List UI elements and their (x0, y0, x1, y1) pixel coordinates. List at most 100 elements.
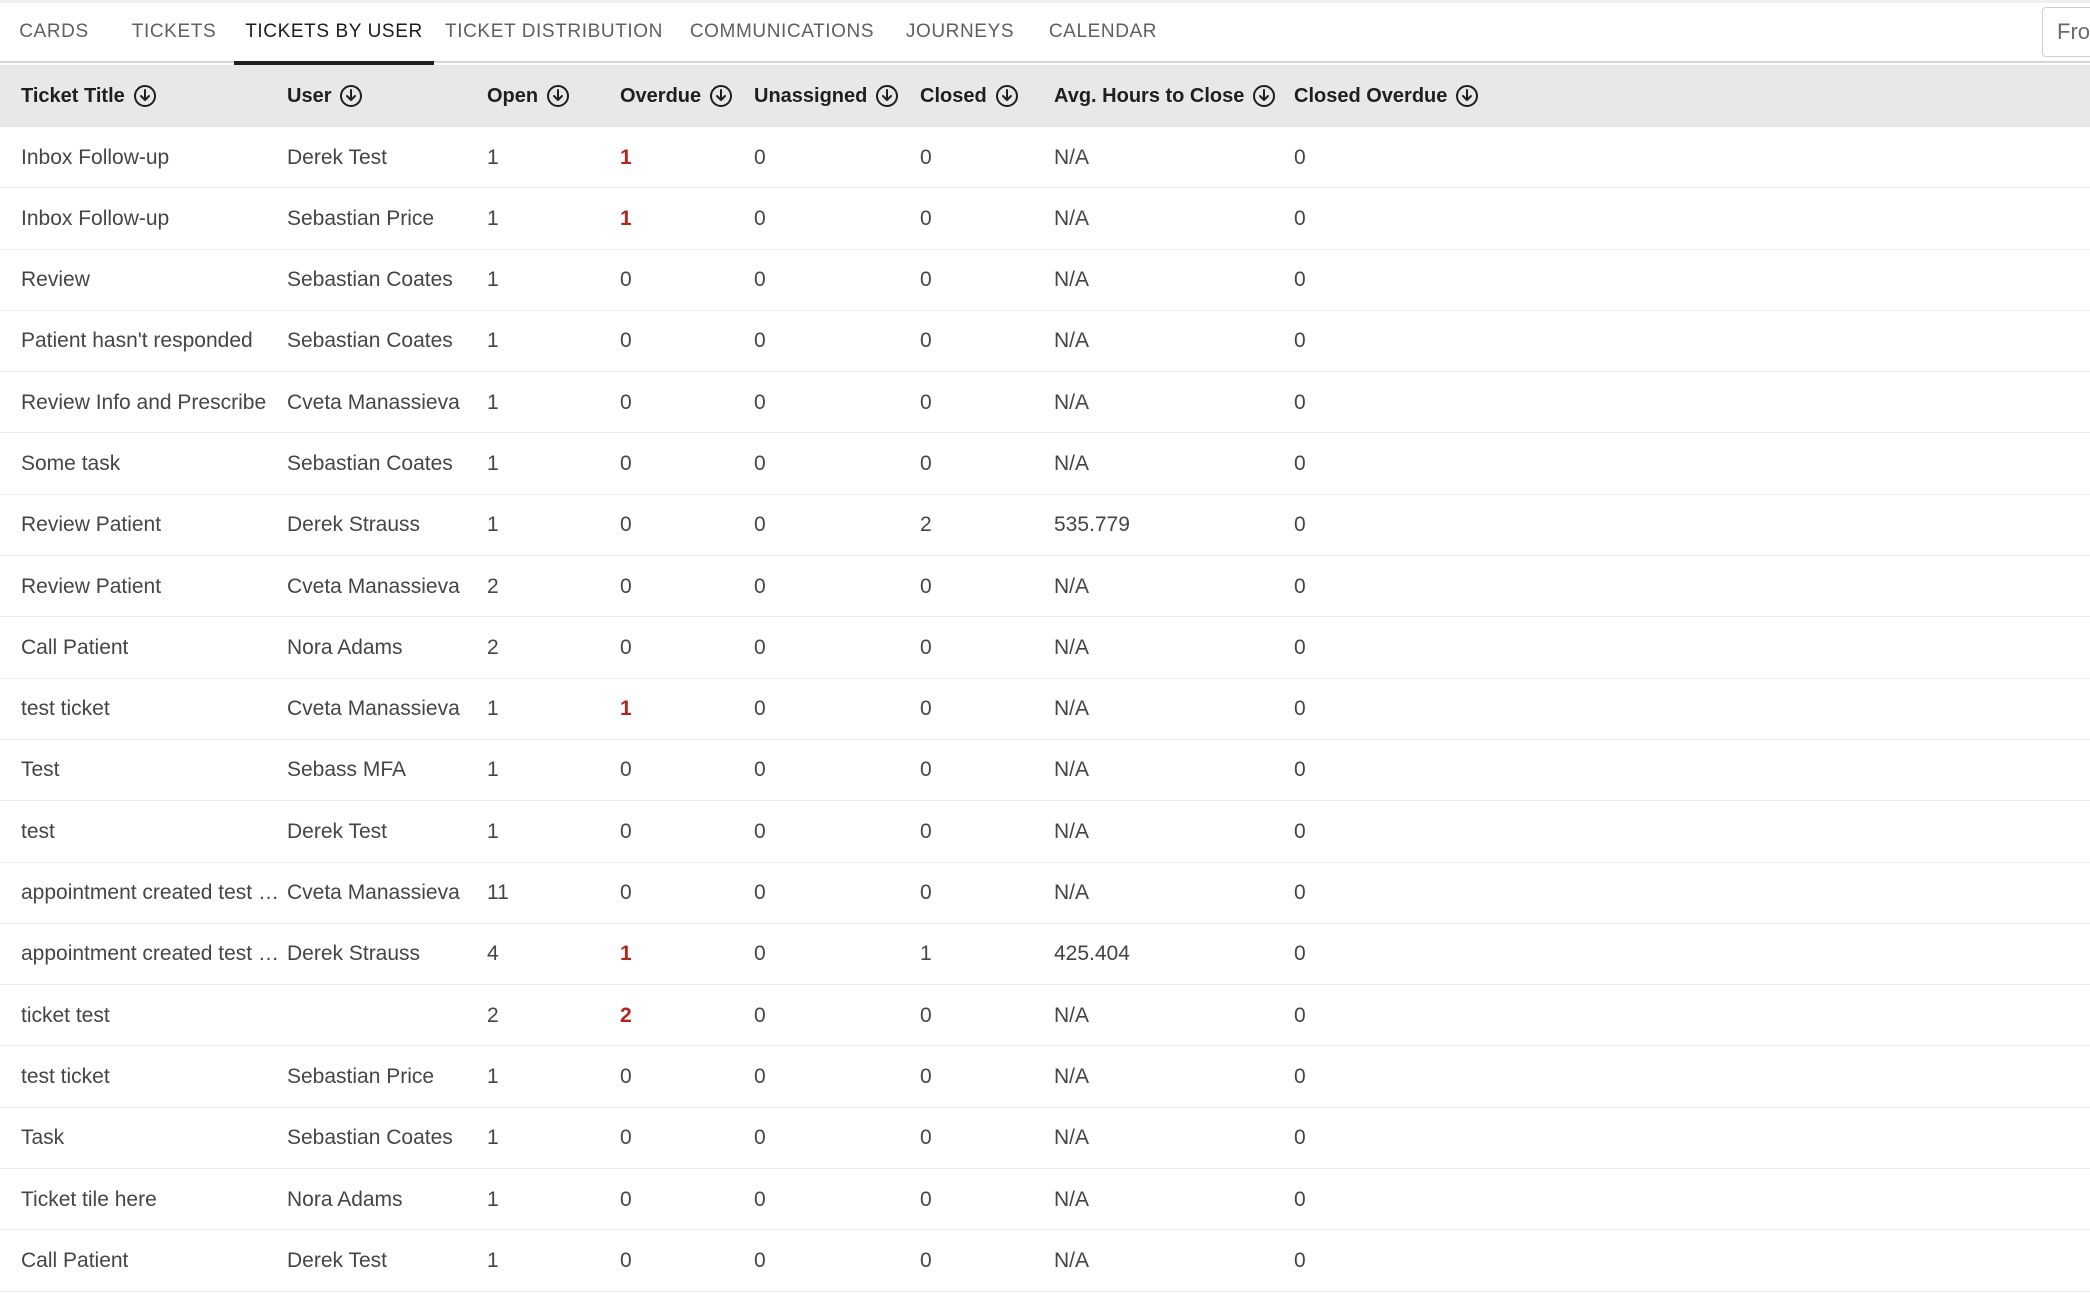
tab-communications[interactable]: COMMUNICATIONS (684, 3, 880, 61)
column-header-open[interactable]: Open (487, 65, 617, 127)
closed-cell: 0 (920, 697, 932, 721)
user-cell: Derek Strauss (287, 513, 421, 537)
tab-cards[interactable]: CARDS (4, 3, 104, 61)
closed-overdue-cell: 0 (1294, 390, 1306, 414)
overdue-cell: 0 (620, 574, 632, 598)
column-header-unassigned[interactable]: Unassigned (754, 65, 914, 127)
sort-icon[interactable] (133, 84, 157, 108)
table-row[interactable]: Call Patient Derek Test 1 0 0 0 N/A 0 (0, 1230, 2090, 1292)
table-row[interactable]: Review Sebastian Coates 1 0 0 0 N/A 0 (0, 250, 2090, 311)
table-row[interactable]: Review Patient Cveta Manassieva 2 0 0 0 N/A 0 (0, 556, 2090, 618)
unassigned-cell: 0 (754, 881, 766, 905)
sort-icon[interactable] (875, 84, 899, 108)
avg-hours-cell: N/A (1054, 1187, 1090, 1211)
tab-calendar[interactable]: CALENDAR (1040, 3, 1166, 61)
unassigned-cell: 0 (754, 635, 766, 659)
user-cell: Sebastian Coates (287, 1126, 453, 1150)
closed-cell: 0 (920, 268, 932, 292)
open-cell: 2 (487, 574, 499, 598)
column-label: Overdue (620, 84, 702, 107)
table-header: Ticket Title User Open Overdue Unassigne… (0, 65, 2090, 127)
closed-overdue-cell: 0 (1294, 268, 1306, 292)
user-cell: Cveta Manassieva (287, 390, 460, 414)
ticket-title-cell: Review Patient (21, 556, 287, 617)
sort-icon[interactable] (546, 84, 570, 108)
closed-overdue-cell: 0 (1294, 697, 1306, 721)
closed-overdue-cell: 0 (1294, 819, 1306, 843)
ticket-title-cell: Review (21, 250, 287, 311)
column-header-ticket-title[interactable]: Ticket Title (21, 65, 287, 127)
open-cell: 1 (487, 329, 499, 353)
closed-cell: 0 (920, 881, 932, 905)
table-row[interactable]: Task Sebastian Coates 1 0 0 0 N/A 0 (0, 1108, 2090, 1170)
sort-icon[interactable] (339, 84, 363, 108)
closed-overdue-cell: 0 (1294, 1187, 1306, 1211)
tab-journeys[interactable]: JOURNEYS (900, 3, 1020, 61)
sort-icon[interactable] (709, 84, 733, 108)
ticket-title-cell: ticket test (21, 985, 287, 1046)
table-row[interactable]: Some task Sebastian Coates 1 0 0 0 N/A 0 (0, 433, 2090, 495)
column-header-closed[interactable]: Closed (920, 65, 1050, 127)
table-row[interactable]: test Derek Test 1 0 0 0 N/A 0 (0, 801, 2090, 863)
user-cell: Sebastian Coates (287, 329, 453, 353)
sort-icon[interactable] (1455, 84, 1479, 108)
table-row[interactable]: Call Patient Nora Adams 2 0 0 0 N/A 0 (0, 617, 2090, 679)
ticket-title-text: Inbox Follow-up (21, 145, 170, 169)
tab-tickets-by-user[interactable]: TICKETS BY USER (234, 3, 434, 65)
table-row[interactable]: Review Patient Derek Strauss 1 0 0 2 535.779 0 (0, 495, 2090, 557)
ticket-title-cell: Inbox Follow-up (21, 127, 287, 188)
ticket-title-text: Task (21, 1126, 65, 1150)
table-row[interactable]: Inbox Follow-up Derek Test 1 1 0 0 N/A 0 (0, 127, 2090, 189)
user-cell: Nora Adams (287, 1187, 403, 1211)
overdue-cell: 0 (620, 758, 632, 782)
column-header-avg-hours-to-close[interactable]: Avg. Hours to Close (1054, 65, 1284, 127)
column-header-user[interactable]: User (287, 65, 487, 127)
table-row[interactable]: Ticket tile here Nora Adams 1 0 0 0 N/A 0 (0, 1169, 2090, 1231)
user-cell: Cveta Manassieva (287, 574, 460, 598)
avg-hours-cell: N/A (1054, 1003, 1090, 1027)
avg-hours-cell: 425.404 (1054, 942, 1130, 966)
tab-ticket-distribution[interactable]: TICKET DISTRIBUTION (445, 3, 662, 61)
date-from-field[interactable] (2042, 7, 2090, 57)
overdue-cell: 0 (620, 1064, 632, 1088)
table-row[interactable]: ticket test 2 2 0 0 N/A 0 (0, 985, 2090, 1047)
table-row[interactable]: test ticket Sebastian Price 1 0 0 0 N/A 0 (0, 1046, 2090, 1108)
overdue-cell: 0 (620, 513, 632, 537)
ticket-title-cell: Patient hasn't responded (21, 311, 287, 372)
sort-icon[interactable] (995, 84, 1019, 108)
table-row[interactable]: appointment created test … Cveta Manassie… (0, 863, 2090, 924)
unassigned-cell: 0 (754, 942, 766, 966)
open-cell: 11 (487, 881, 509, 905)
avg-hours-cell: N/A (1054, 758, 1090, 782)
column-label: Ticket Title (21, 84, 125, 107)
column-header-overdue[interactable]: Overdue (620, 65, 750, 127)
closed-overdue-cell: 0 (1294, 942, 1306, 966)
closed-cell: 0 (920, 145, 932, 169)
ticket-title-cell: test ticket (21, 1046, 287, 1107)
column-label: User (287, 84, 332, 107)
open-cell: 1 (487, 758, 499, 782)
ticket-title-text: Review Info and Prescribe (21, 390, 267, 414)
tab-tickets[interactable]: TICKETS (124, 3, 224, 61)
table-row[interactable]: appointment created test … Derek Strauss 4… (0, 924, 2090, 986)
table-row[interactable]: Review Info and Prescribe Cveta Manassiev… (0, 372, 2090, 434)
ticket-title-text: test ticket (21, 697, 110, 721)
ticket-title-cell: Test (21, 740, 287, 801)
user-cell: Derek Test (287, 819, 387, 843)
closed-cell: 0 (920, 758, 932, 782)
table-row[interactable]: Test Sebass MFA 1 0 0 0 N/A 0 (0, 740, 2090, 802)
column-header-closed-overdue[interactable]: Closed Overdue (1294, 65, 1514, 127)
closed-overdue-cell: 0 (1294, 1064, 1306, 1088)
table-row[interactable]: test ticket Cveta Manassieva 1 1 0 0 N/A 0 (0, 679, 2090, 740)
table-row[interactable]: Patient hasn't responded Sebastian Coates… (0, 311, 2090, 373)
ticket-title-cell: Review Patient (21, 495, 287, 556)
column-label: Unassigned (754, 84, 868, 107)
ticket-title-cell: appointment created test … (21, 863, 287, 924)
ticket-title-text: appointment created test … (21, 942, 279, 966)
closed-cell: 0 (920, 1126, 932, 1150)
closed-cell: 2 (920, 513, 932, 537)
ticket-title-cell: test (21, 801, 287, 862)
table-row[interactable]: Inbox Follow-up Sebastian Price 1 1 0 0 N/A 0 (0, 188, 2090, 250)
closed-cell: 0 (920, 574, 932, 598)
sort-icon[interactable] (1252, 84, 1276, 108)
